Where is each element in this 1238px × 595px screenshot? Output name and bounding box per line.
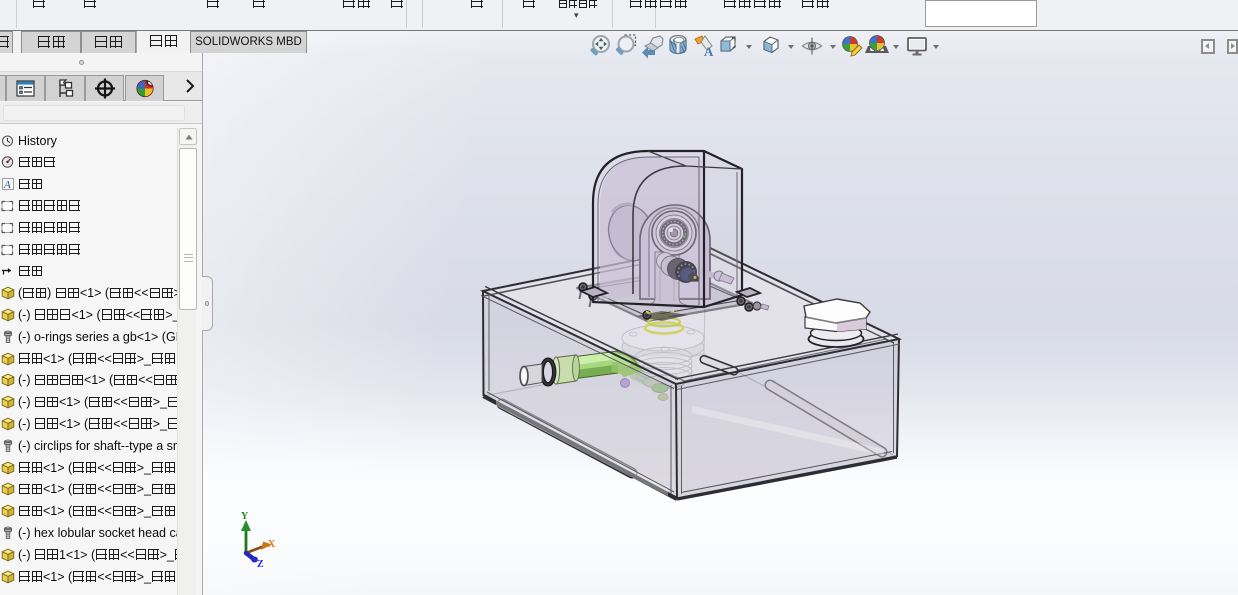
svg-text:A: A [3, 179, 11, 191]
